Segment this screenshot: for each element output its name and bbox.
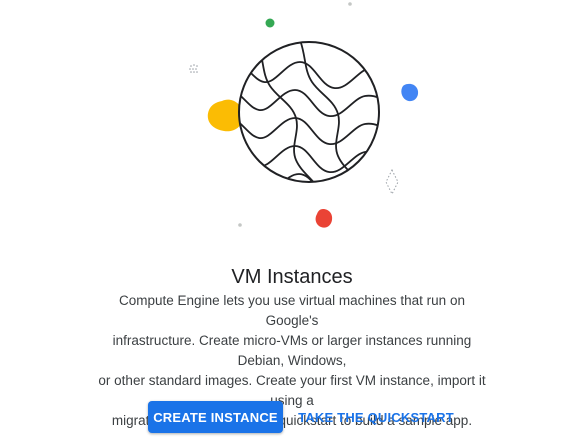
globe-waves-icon [238,41,380,183]
red-drop-icon [315,209,333,228]
blue-blob-icon [401,83,419,102]
yellow-blob-icon [207,99,244,132]
description-line: infrastructure. Create micro-VMs or larg… [112,333,472,368]
grey-dot-icon [348,2,352,6]
page-title: VM Instances [231,266,353,288]
green-dot-icon [265,18,275,28]
grey-dot-icon [238,223,242,227]
create-instance-button[interactable]: CREATE INSTANCE [148,401,283,433]
empty-state-actions: CREATE INSTANCE TAKE THE QUICKSTART [0,401,584,433]
take-quickstart-button[interactable]: TAKE THE QUICKSTART [296,401,456,433]
empty-state-illustration [189,2,419,228]
description-line: Compute Engine lets you use virtual mach… [119,293,465,328]
dotted-cluster-icon [189,64,198,73]
dotted-diamond-icon [385,168,399,196]
